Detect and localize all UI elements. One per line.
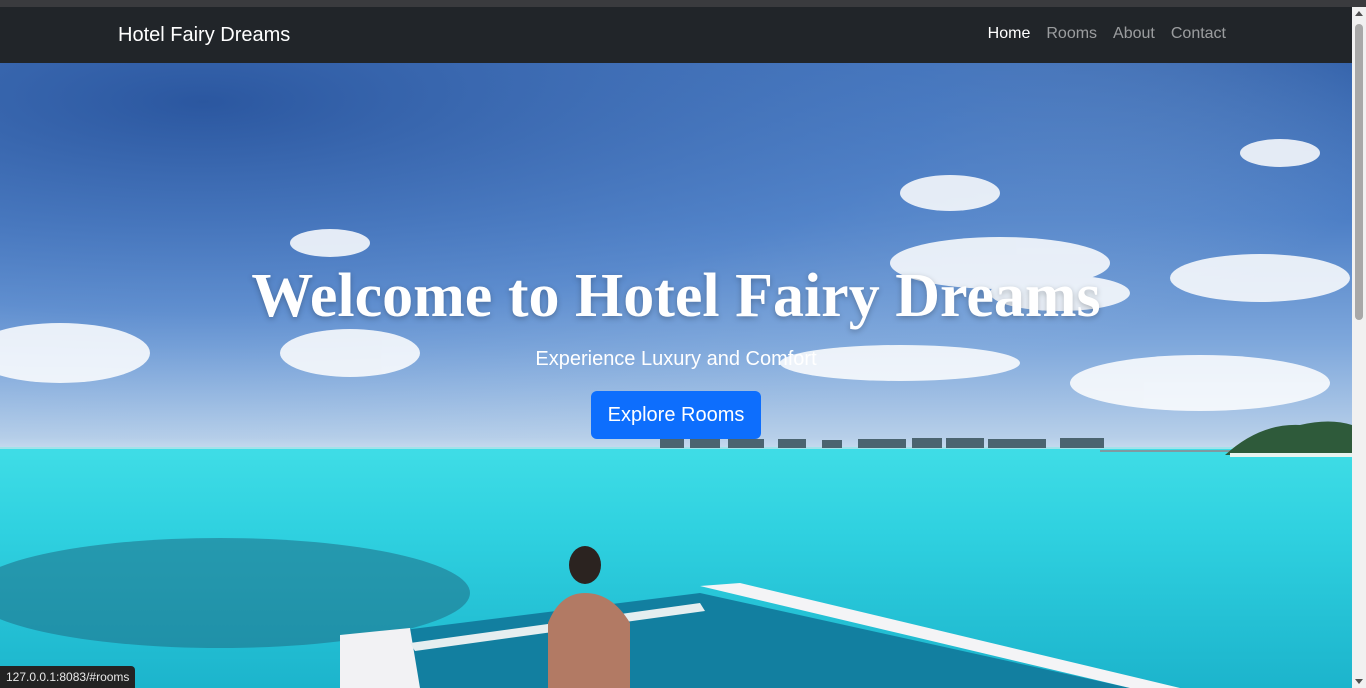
scroll-up-arrow-icon[interactable] [1355,11,1363,16]
vertical-scrollbar[interactable] [1352,7,1366,688]
nav-link-rooms[interactable]: Rooms [1046,24,1097,44]
hero-title: Welcome to Hotel Fairy Dreams [251,262,1101,330]
nav-link-contact[interactable]: Contact [1171,24,1226,44]
scroll-down-arrow-icon[interactable] [1355,679,1363,684]
nav-link-about[interactable]: About [1113,24,1155,44]
nav-links: Home Rooms About Contact [988,24,1226,44]
navbar: Hotel Fairy Dreams Home Rooms About Cont… [0,7,1352,63]
hero-subtitle: Experience Luxury and Comfort [535,348,817,370]
hero-section: Welcome to Hotel Fairy Dreams Experience… [0,63,1352,688]
nav-link-home[interactable]: Home [988,24,1031,44]
browser-top-strip [0,0,1366,7]
navbar-brand[interactable]: Hotel Fairy Dreams [118,23,290,47]
explore-rooms-button[interactable]: Explore Rooms [590,391,762,439]
hero-content: Welcome to Hotel Fairy Dreams Experience… [0,261,1352,439]
browser-status-url: 127.0.0.1:8083/#rooms [0,666,136,688]
scrollbar-thumb[interactable] [1355,24,1363,320]
